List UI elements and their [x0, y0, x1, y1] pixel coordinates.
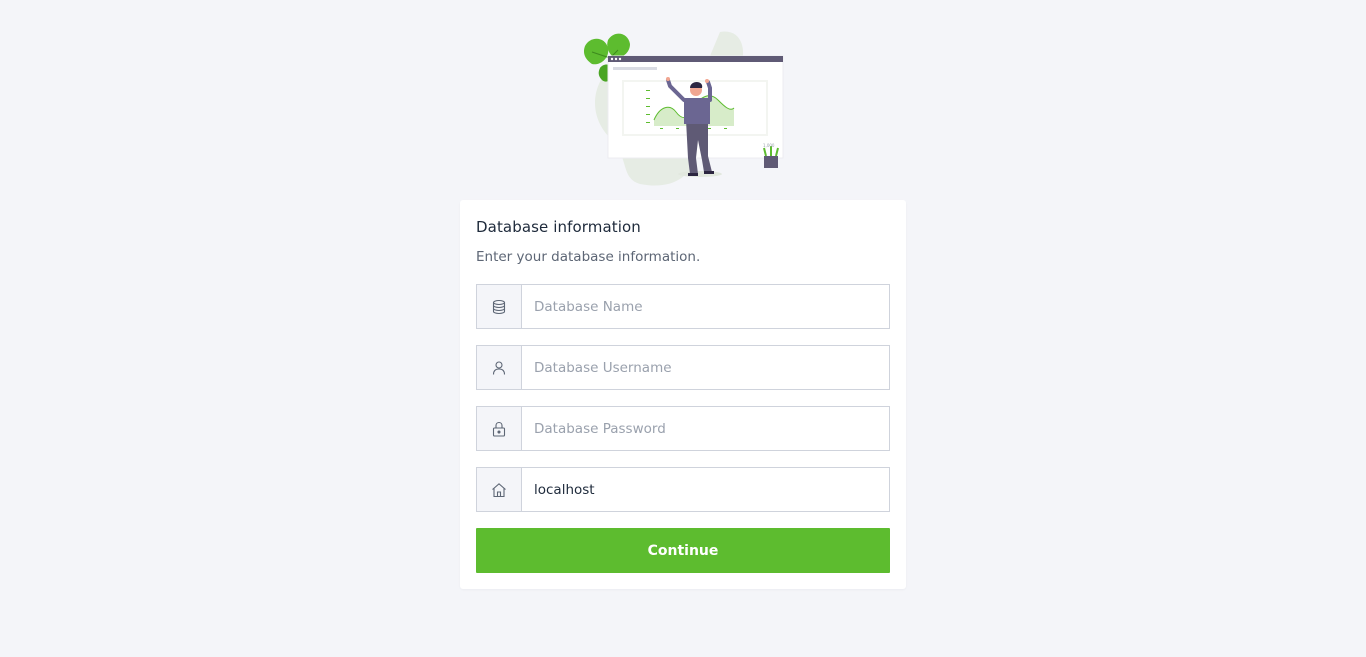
database-host-field: [476, 467, 890, 512]
analytics-illustration: 1,000: [583, 31, 784, 186]
database-icon: [476, 284, 522, 329]
card-subtitle: Enter your database information.: [476, 249, 701, 265]
installer-page: 1,000 Database information Enter your da…: [0, 0, 1366, 657]
database-host-input[interactable]: [522, 467, 890, 512]
board-label: 1,000: [763, 143, 775, 148]
database-name-input[interactable]: [522, 284, 890, 329]
home-icon: [476, 467, 522, 512]
lock-icon: [476, 406, 522, 451]
database-username-input[interactable]: [522, 345, 890, 390]
database-username-field: [476, 345, 890, 390]
continue-button[interactable]: Continue: [476, 528, 890, 573]
database-password-input[interactable]: [522, 406, 890, 451]
database-name-field: [476, 284, 890, 329]
card-title: Database information: [476, 218, 641, 236]
user-icon: [476, 345, 522, 390]
database-info-card: Database information Enter your database…: [460, 200, 906, 589]
database-password-field: [476, 406, 890, 451]
